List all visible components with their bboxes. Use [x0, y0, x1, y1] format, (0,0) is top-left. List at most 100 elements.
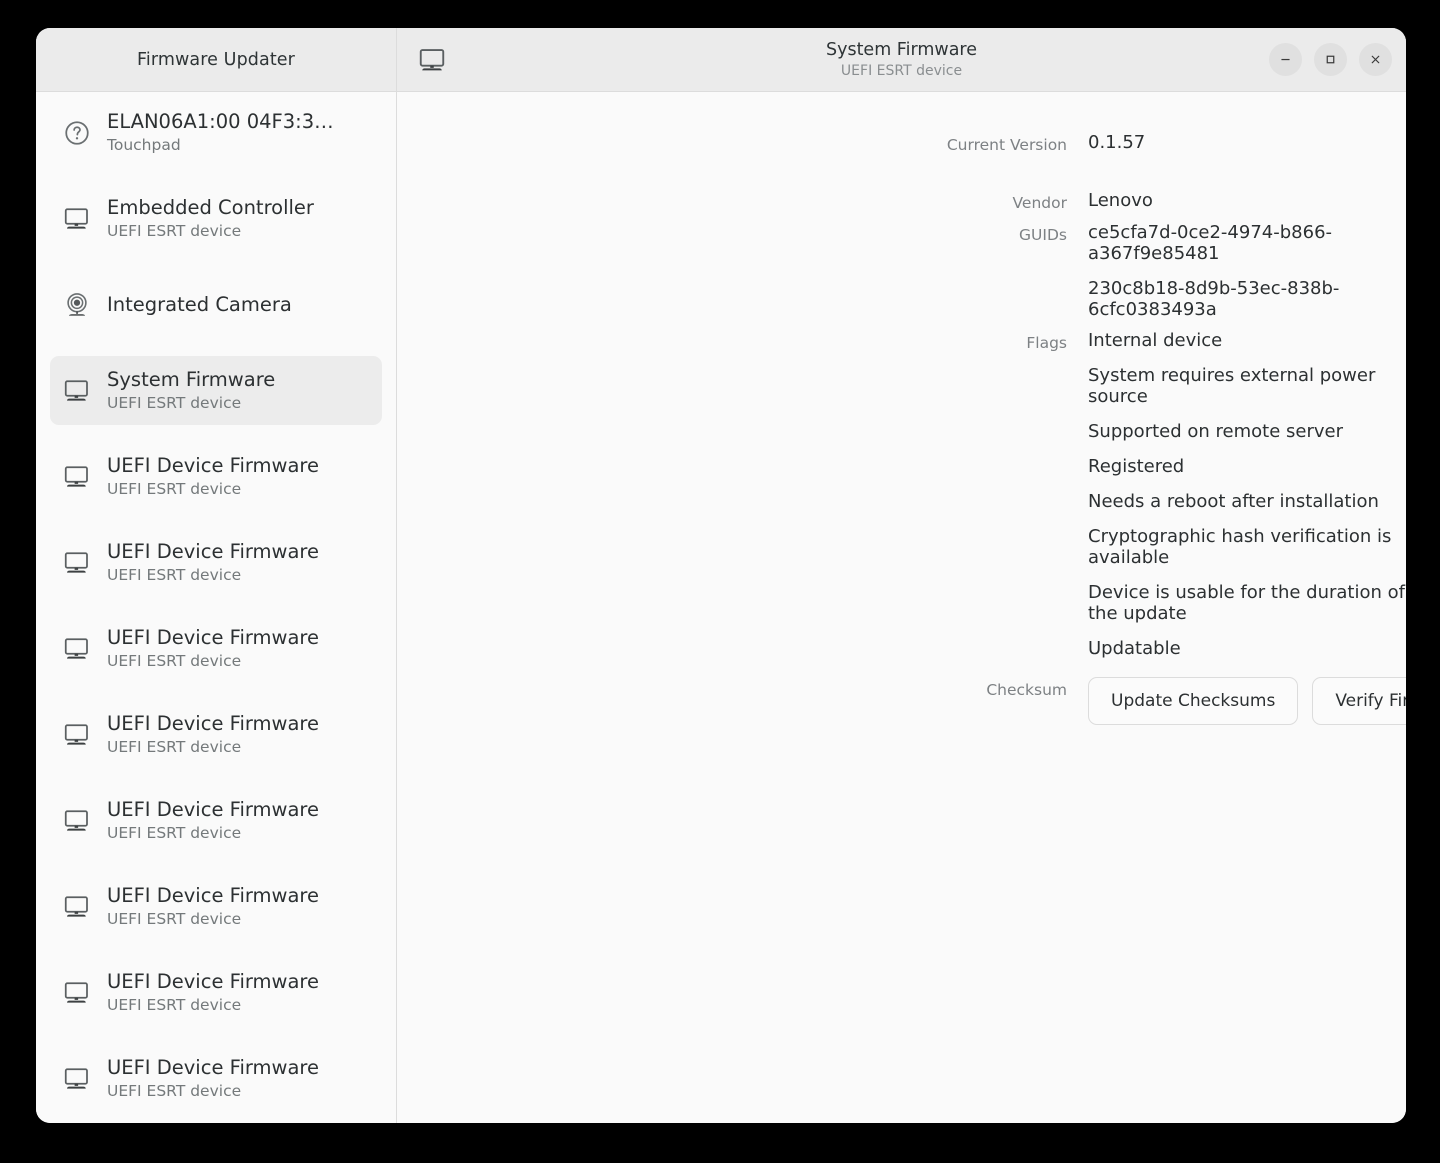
sidebar-item-text: UEFI Device Firmware UEFI ESRT device: [107, 454, 319, 499]
sidebar-item-text: ELAN06A1:00 04F3:3… Touchpad: [107, 110, 334, 155]
field-label-guids: GUIDs: [1019, 226, 1067, 244]
minimize-button[interactable]: [1269, 43, 1302, 76]
monitor-icon: [64, 207, 88, 229]
field-value-vendor: Lenovo: [1088, 190, 1153, 211]
monitor-icon: [62, 462, 92, 492]
sidebar-item-device[interactable]: UEFI Device Firmware UEFI ESRT device: [50, 528, 382, 597]
field-label-flags: Flags: [1026, 334, 1067, 352]
guid-value: ce5cfa7d-0ce2-4974-b866-a367f9e85481: [1088, 222, 1333, 264]
sidebar-item-text: Embedded Controller UEFI ESRT device: [107, 196, 314, 241]
sidebar-item-sublabel: UEFI ESRT device: [107, 738, 242, 757]
flag-value: System requires external power source: [1088, 365, 1376, 407]
flag-value: Updatable: [1088, 638, 1181, 659]
field-label-checksum: Checksum: [986, 681, 1067, 699]
flag-value: Needs a reboot after installation: [1088, 491, 1379, 512]
monitor-icon: [62, 892, 92, 922]
flag-value: Registered: [1088, 456, 1185, 477]
flag-value: Internal device: [1088, 330, 1223, 351]
monitor-icon: [62, 1064, 92, 1094]
minimize-icon: [1281, 58, 1290, 61]
monitor-icon: [64, 895, 88, 917]
sidebar-item-text: UEFI Device Firmware UEFI ESRT device: [107, 1056, 319, 1101]
device-list-sidebar[interactable]: ELAN06A1:00 04F3:3… Touchpad Embedded Cont…: [36, 92, 397, 1123]
maximize-button[interactable]: [1314, 43, 1347, 76]
field-value-current-version: 0.1.57: [1088, 132, 1146, 153]
sidebar-item-device[interactable]: Embedded Controller UEFI ESRT device: [50, 184, 382, 253]
sidebar-item-sublabel: UEFI ESRT device: [107, 566, 242, 585]
field-value-flags: Internal device System requires external …: [1088, 330, 1406, 659]
sidebar-item-sublabel: UEFI ESRT device: [107, 652, 242, 671]
monitor-icon: [62, 806, 92, 836]
sidebar-item-label: UEFI Device Firmware: [107, 626, 320, 649]
sidebar-item-device[interactable]: UEFI Device Firmware UEFI ESRT device: [50, 700, 382, 769]
sidebar-header: Firmware Updater: [36, 28, 397, 91]
header-bar: Firmware Updater System Firmware UEFI ES…: [36, 28, 1406, 92]
help-circle-icon: [62, 118, 92, 148]
checksum-button-row: Update Checksums Verify Firmware: [1088, 677, 1406, 725]
sidebar-item-sublabel: UEFI ESRT device: [107, 910, 242, 929]
field-checksum: Checksum Update Checksums Verify Firmwar…: [397, 677, 1406, 725]
flag-value: Device is usable for the duration of the…: [1088, 582, 1405, 624]
sidebar-item-device[interactable]: UEFI Device Firmware UEFI ESRT device: [50, 614, 382, 683]
verify-firmware-button[interactable]: Verify Firmware: [1312, 677, 1406, 725]
sidebar-item-text: UEFI Device Firmware UEFI ESRT device: [107, 970, 319, 1015]
sidebar-item-label: UEFI Device Firmware: [107, 454, 320, 477]
sidebar-item-device[interactable]: UEFI Device Firmware UEFI ESRT device: [50, 872, 382, 941]
sidebar-item-text: UEFI Device Firmware UEFI ESRT device: [107, 540, 319, 585]
field-vendor: Vendor Lenovo: [397, 190, 1406, 212]
sidebar-item-sublabel: UEFI ESRT device: [107, 1082, 242, 1101]
sidebar-item-text: Integrated Camera: [107, 293, 292, 316]
field-guids: GUIDs ce5cfa7d-0ce2-4974-b866-a367f9e854…: [397, 222, 1406, 320]
sidebar-item-sublabel: UEFI ESRT device: [107, 996, 242, 1015]
field-label-vendor: Vendor: [1012, 194, 1067, 212]
monitor-icon: [62, 634, 92, 664]
camera-icon: [62, 290, 92, 320]
monitor-icon: [62, 978, 92, 1008]
sidebar-item-device[interactable]: UEFI Device Firmware UEFI ESRT device: [50, 958, 382, 1027]
sidebar-item-label: UEFI Device Firmware: [107, 970, 320, 993]
monitor-icon: [64, 981, 88, 1003]
sidebar-item-device[interactable]: Integrated Camera: [50, 270, 382, 339]
flag-value: Supported on remote server: [1088, 421, 1343, 442]
page-subtitle: UEFI ESRT device: [840, 62, 963, 79]
sidebar-item-sublabel: UEFI ESRT device: [107, 480, 242, 499]
sidebar-item-text: System Firmware UEFI ESRT device: [107, 368, 275, 413]
monitor-icon: [415, 43, 449, 77]
field-label-current-version: Current Version: [946, 136, 1067, 154]
monitor-icon: [64, 465, 88, 487]
sidebar-item-device[interactable]: UEFI Device Firmware UEFI ESRT device: [50, 1044, 382, 1113]
sidebar-item-text: UEFI Device Firmware UEFI ESRT device: [107, 798, 319, 843]
field-value-guids: ce5cfa7d-0ce2-4974-b866-a367f9e85481 230c…: [1088, 222, 1406, 320]
window-controls: [1269, 43, 1392, 76]
monitor-icon: [62, 204, 92, 234]
sidebar-item-label: System Firmware: [107, 368, 276, 391]
field-flags: Flags Internal device System requires ext…: [397, 330, 1406, 659]
sidebar-item-device[interactable]: UEFI Device Firmware UEFI ESRT device: [50, 786, 382, 855]
sidebar-item-device[interactable]: UEFI Device Firmware UEFI ESRT device: [50, 442, 382, 511]
sidebar-item-text: UEFI Device Firmware UEFI ESRT device: [107, 712, 319, 757]
flag-value: Cryptographic hash verification is avail…: [1088, 526, 1392, 568]
detail-header: System Firmware UEFI ESRT device: [397, 28, 1406, 91]
sidebar-item-text: UEFI Device Firmware UEFI ESRT device: [107, 884, 319, 929]
sidebar-item-device[interactable]: ELAN06A1:00 04F3:3… Touchpad: [50, 98, 382, 167]
sidebar-item-label: UEFI Device Firmware: [107, 884, 320, 907]
monitor-icon: [62, 548, 92, 578]
sidebar-item-label: UEFI Device Firmware: [107, 540, 320, 563]
camera-icon: [67, 292, 87, 316]
monitor-icon: [62, 720, 92, 750]
sidebar-item-selected-device[interactable]: System Firmware UEFI ESRT device: [50, 356, 382, 425]
window-body: ELAN06A1:00 04F3:3… Touchpad Embedded Cont…: [36, 92, 1406, 1123]
app-title: Firmware Updater: [137, 49, 295, 70]
sidebar-item-label: UEFI Device Firmware: [107, 1056, 320, 1079]
monitor-icon: [62, 376, 92, 406]
sidebar-item-sublabel: UEFI ESRT device: [107, 394, 242, 413]
sidebar-item-text: UEFI Device Firmware UEFI ESRT device: [107, 626, 319, 671]
sidebar-item-label: Embedded Controller: [107, 196, 314, 219]
close-button[interactable]: [1359, 43, 1392, 76]
guid-value: 230c8b18-8d9b-53ec-838b-6cfc0383493a: [1088, 278, 1340, 320]
page-title: System Firmware: [825, 39, 978, 60]
device-detail-pane: Current Version 0.1.57 Vendor Lenovo GUI…: [397, 92, 1406, 1123]
monitor-icon: [64, 551, 88, 573]
sidebar-item-sublabel: UEFI ESRT device: [107, 824, 242, 843]
update-checksums-button[interactable]: Update Checksums: [1088, 677, 1299, 725]
